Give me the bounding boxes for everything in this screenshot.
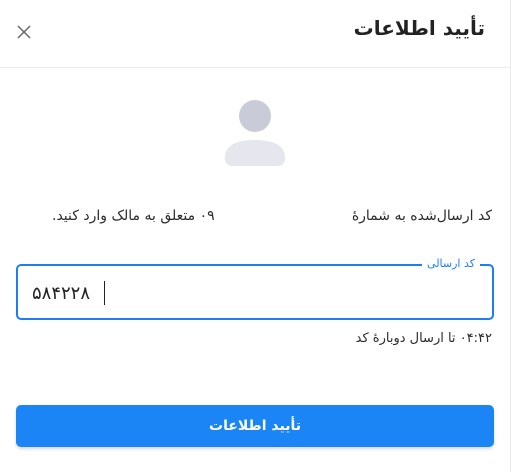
resend-timer: ۰۴:۴۲ تا ارسال دوبارهٔ کد xyxy=(355,331,492,346)
close-icon[interactable] xyxy=(14,22,34,42)
verification-code-label: کد ارسالی xyxy=(422,257,480,270)
text-caret xyxy=(104,281,105,305)
dialog-header: تأیید اطلاعات xyxy=(0,0,511,68)
verification-code-input[interactable] xyxy=(30,279,474,307)
instruction-text-start: کد ارسال‌شده به شمارهٔ xyxy=(351,208,492,224)
confirm-button[interactable]: تأیید اطلاعات xyxy=(16,405,494,447)
dialog-title: تأیید اطلاعات xyxy=(353,16,485,40)
verification-code-field[interactable]: کد ارسالی xyxy=(16,257,494,320)
user-avatar-icon xyxy=(222,98,288,168)
instruction-text: کد ارسال‌شده به شمارهٔ ۰۹ متعلق به مالک … xyxy=(52,208,492,224)
instruction-text-end: ۰۹ متعلق به مالک وارد کنید. xyxy=(52,208,215,224)
verification-dialog: تأیید اطلاعات کد ارسال‌شده به شمارهٔ ۰۹ … xyxy=(0,0,511,472)
